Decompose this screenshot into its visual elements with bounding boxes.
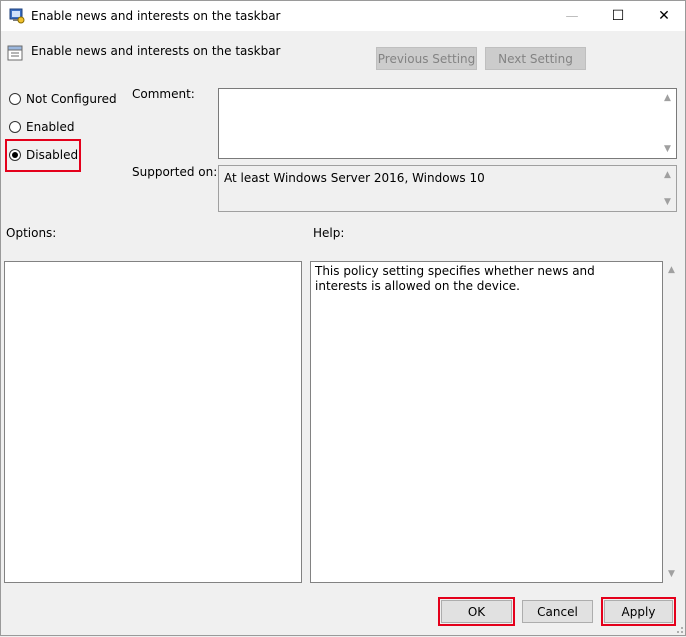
- help-pane: This policy setting specifies whether ne…: [310, 261, 663, 583]
- maximize-button[interactable]: ☐: [595, 1, 641, 31]
- help-scrollbar[interactable]: ▲ ▼: [663, 261, 680, 583]
- window-title: Enable news and interests on the taskbar: [31, 9, 281, 23]
- options-pane: [4, 261, 302, 583]
- policy-app-icon: [9, 8, 25, 27]
- supported-on-value: At least Windows Server 2016, Windows 10: [224, 171, 485, 185]
- scroll-up-icon[interactable]: ▲: [659, 168, 676, 182]
- radio-not-configured[interactable]: Not Configured: [9, 90, 117, 108]
- supported-on-field: At least Windows Server 2016, Windows 10…: [218, 165, 677, 212]
- options-label: Options:: [6, 226, 57, 240]
- scroll-down-icon[interactable]: ▼: [659, 195, 676, 209]
- radio-enabled-indicator: [9, 121, 21, 133]
- resize-grip-icon[interactable]: [672, 622, 684, 637]
- cancel-button[interactable]: Cancel: [522, 600, 593, 623]
- title-bar: Enable news and interests on the taskbar…: [1, 1, 685, 31]
- apply-button[interactable]: Apply: [604, 600, 673, 623]
- radio-enabled-label: Enabled: [26, 120, 75, 134]
- minimize-button[interactable]: —: [549, 1, 595, 31]
- minimize-icon: —: [565, 8, 579, 24]
- radio-not-configured-indicator: [9, 93, 21, 105]
- radio-enabled[interactable]: Enabled: [9, 118, 75, 136]
- policy-setting-icon: [7, 45, 23, 64]
- close-icon: ✕: [658, 8, 670, 24]
- supported-scrollbar[interactable]: ▲ ▼: [659, 166, 676, 211]
- radio-not-configured-label: Not Configured: [26, 92, 117, 106]
- policy-name: Enable news and interests on the taskbar: [31, 44, 281, 58]
- ok-button[interactable]: OK: [441, 600, 512, 623]
- scroll-down-icon[interactable]: ▼: [659, 142, 676, 156]
- scroll-down-icon[interactable]: ▼: [663, 567, 680, 581]
- next-setting-button[interactable]: Next Setting: [485, 47, 586, 70]
- comment-label: Comment:: [132, 87, 195, 101]
- close-button[interactable]: ✕: [641, 1, 686, 31]
- scroll-up-icon[interactable]: ▲: [659, 91, 676, 105]
- radio-disabled-indicator: [9, 149, 21, 161]
- scroll-up-icon[interactable]: ▲: [663, 263, 680, 277]
- comment-scrollbar[interactable]: ▲ ▼: [659, 89, 676, 158]
- comment-textarea[interactable]: ▲ ▼: [218, 88, 677, 159]
- help-text: This policy setting specifies whether ne…: [315, 264, 595, 293]
- maximize-icon: ☐: [611, 8, 625, 24]
- help-label: Help:: [313, 226, 345, 240]
- supported-on-label: Supported on:: [132, 165, 218, 179]
- radio-disabled-label: Disabled: [26, 148, 79, 162]
- previous-setting-button[interactable]: Previous Setting: [376, 47, 477, 70]
- radio-disabled[interactable]: Disabled: [9, 146, 78, 164]
